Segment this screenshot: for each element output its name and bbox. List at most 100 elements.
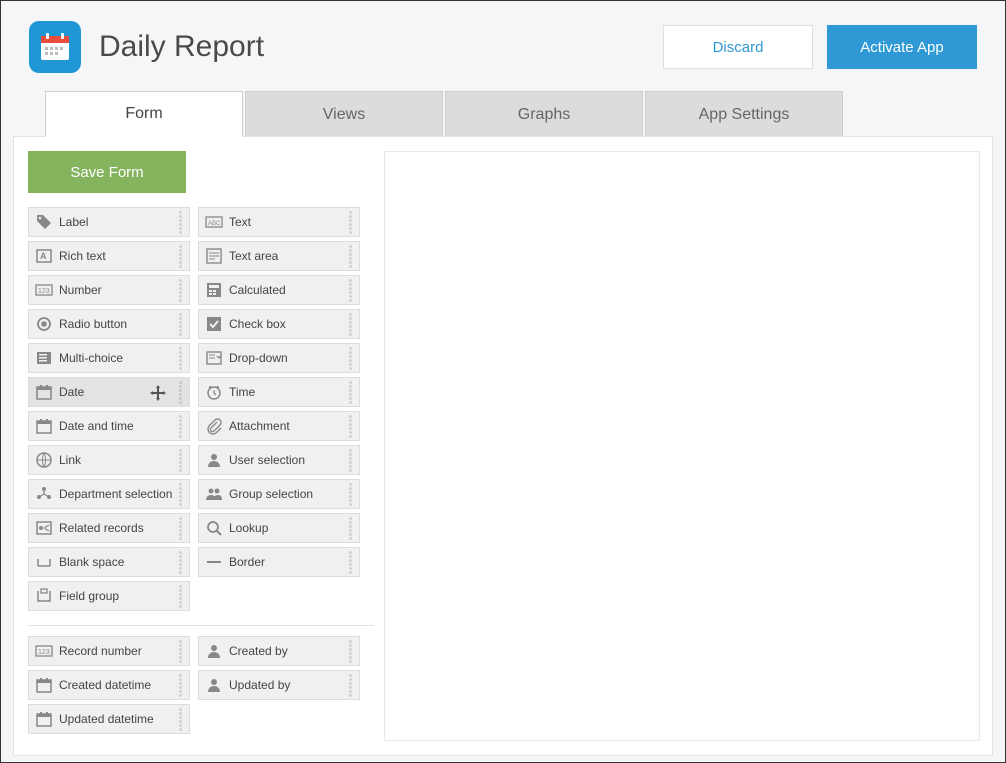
field-item-date-and-time[interactable]: Date and time [28,411,190,441]
field-item-record-number[interactable]: 123 Record number [28,636,190,666]
field-item-text-area[interactable]: Text area [198,241,360,271]
drag-handle-icon [345,415,355,438]
field-item-border[interactable]: Border [198,547,360,577]
field-item-blank-space[interactable]: Blank space [28,547,190,577]
drag-handle-icon [345,551,355,574]
multichoice-icon [35,349,53,367]
drag-handle-icon [345,279,355,302]
field-item-updated-datetime[interactable]: Updated datetime [28,704,190,734]
drag-handle-icon [175,415,185,438]
field-label: Lookup [229,521,345,535]
field-item-department-selection[interactable]: Department selection [28,479,190,509]
field-item-related-records[interactable]: Related records [28,513,190,543]
drag-handle-icon [345,640,355,663]
drag-handle-icon [345,381,355,404]
field-item-attachment[interactable]: Attachment [198,411,360,441]
field-label: Rich text [59,249,175,263]
field-item-calculated[interactable]: Calculated [198,275,360,305]
field-item-label[interactable]: Label [28,207,190,237]
field-label: Related records [59,521,175,535]
field-label: Time [229,385,345,399]
drag-handle-icon [175,674,185,697]
field-label: Check box [229,317,345,331]
checkbox-icon [205,315,223,333]
field-label: Department selection [59,487,175,501]
field-item-time[interactable]: Time [198,377,360,407]
field-item-text[interactable]: ABC Text [198,207,360,237]
field-item-field-group[interactable]: Field group [28,581,190,611]
drag-handle-icon [175,640,185,663]
field-item-date[interactable]: Date [28,377,190,407]
field-item-check-box[interactable]: Check box [198,309,360,339]
tab-views[interactable]: Views [245,91,443,137]
related-icon [35,519,53,537]
text-icon: ABC [205,213,223,231]
textarea-icon [205,247,223,265]
drag-handle-icon [175,483,185,506]
border-icon [205,553,223,571]
form-fields-sidebar: Save Form Label A Rich text 123 Number R… [14,137,384,755]
drag-handle-icon [175,449,185,472]
save-form-button[interactable]: Save Form [28,151,186,193]
field-label: Text area [229,249,345,263]
drag-handle-icon [345,313,355,336]
field-label: Field group [59,589,175,603]
drag-handle-icon [175,517,185,540]
calculated-icon [205,281,223,299]
radio-icon [35,315,53,333]
field-label: Border [229,555,345,569]
svg-text:ABC: ABC [208,221,221,227]
field-label: Updated by [229,678,345,692]
blank-icon [35,553,53,571]
datetime-icon [35,417,53,435]
field-item-created-by[interactable]: Created by [198,636,360,666]
lookup-icon [205,519,223,537]
field-label: Multi-choice [59,351,175,365]
field-item-number[interactable]: 123 Number [28,275,190,305]
field-label: Created datetime [59,678,175,692]
drag-handle-icon [345,449,355,472]
field-label: Calculated [229,283,345,297]
sidebar-divider [28,625,374,626]
user-icon [205,451,223,469]
form-canvas[interactable] [384,151,980,741]
tab-graphs[interactable]: Graphs [445,91,643,137]
field-label: Number [59,283,175,297]
field-item-updated-by[interactable]: Updated by [198,670,360,700]
drag-handle-icon [175,211,185,234]
discard-button[interactable]: Discard [663,25,813,69]
field-label: Created by [229,644,345,658]
drag-handle-icon [175,347,185,370]
datetime-icon [35,710,53,728]
field-label: Record number [59,644,175,658]
drag-handle-icon [175,245,185,268]
field-item-user-selection[interactable]: User selection [198,445,360,475]
department-icon [35,485,53,503]
drag-handle-icon [345,517,355,540]
tab-app-settings[interactable]: App Settings [645,91,843,137]
drag-handle-icon [175,279,185,302]
drag-handle-icon [345,347,355,370]
activate-app-button[interactable]: Activate App [827,25,977,69]
link-icon [35,451,53,469]
svg-text:123: 123 [38,649,50,656]
field-item-group-selection[interactable]: Group selection [198,479,360,509]
drag-handle-icon [345,245,355,268]
field-item-drop-down[interactable]: Drop-down [198,343,360,373]
svg-text:A: A [40,251,47,261]
field-item-lookup[interactable]: Lookup [198,513,360,543]
field-item-link[interactable]: Link [28,445,190,475]
field-label: Attachment [229,419,345,433]
fieldgroup-icon [35,587,53,605]
drag-handle-icon [175,313,185,336]
drag-handle-icon [345,483,355,506]
tab-form[interactable]: Form [45,91,243,137]
field-label: Group selection [229,487,345,501]
field-item-rich-text[interactable]: A Rich text [28,241,190,271]
datetime-icon [35,676,53,694]
field-item-multi-choice[interactable]: Multi-choice [28,343,190,373]
field-item-created-datetime[interactable]: Created datetime [28,670,190,700]
number-icon: 123 [35,281,53,299]
move-cursor-icon [149,384,167,405]
field-item-radio-button[interactable]: Radio button [28,309,190,339]
